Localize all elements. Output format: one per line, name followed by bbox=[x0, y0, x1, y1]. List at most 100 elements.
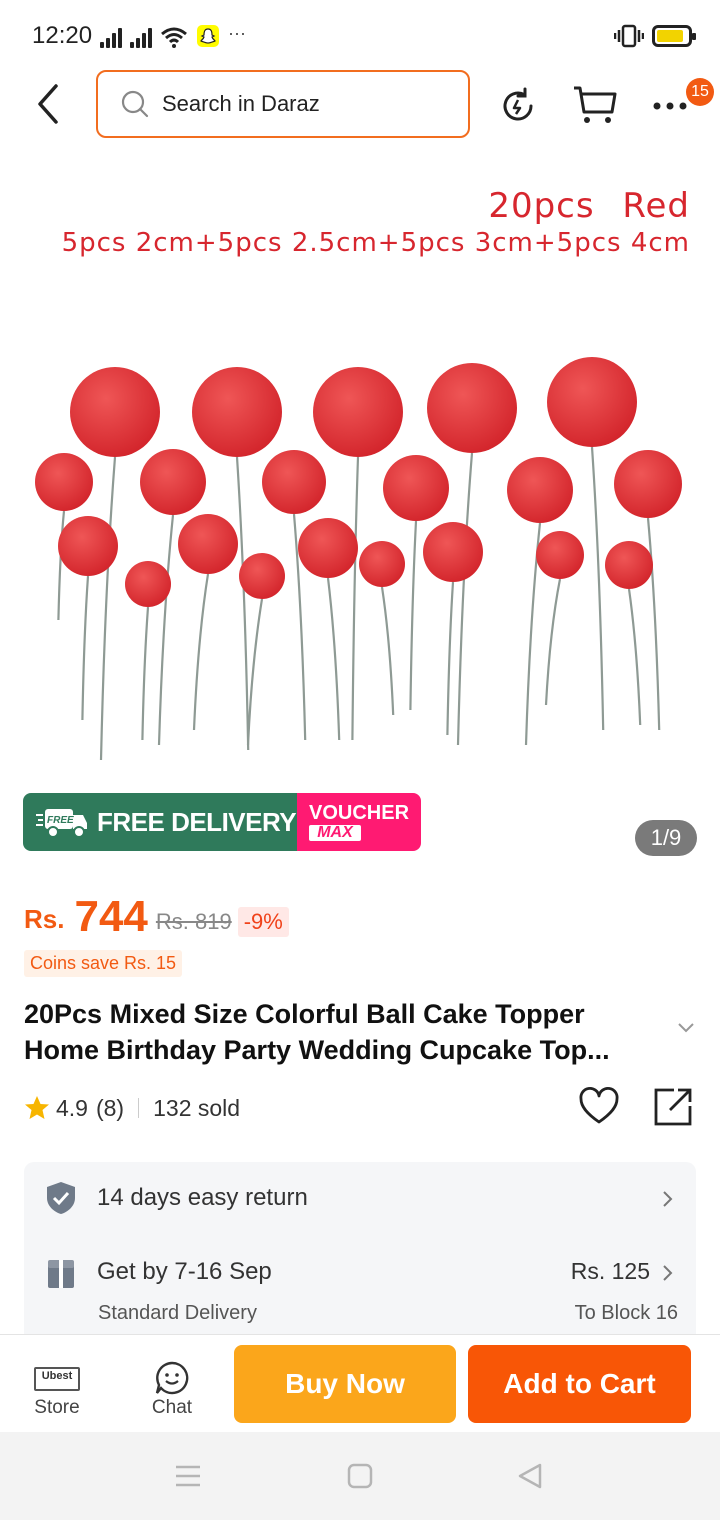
topper-stick bbox=[646, 517, 661, 731]
glitter-ball bbox=[70, 367, 160, 457]
title-line-2: Home Birthday Party Wedding Cupcake Top.… bbox=[24, 1035, 610, 1065]
store-logo: Ubest bbox=[34, 1367, 80, 1391]
history-icon[interactable] bbox=[498, 86, 538, 126]
glitter-ball bbox=[125, 561, 171, 607]
status-time: 12:20 bbox=[32, 22, 93, 49]
title-line-1: 20Pcs Mixed Size Colorful Ball Cake Topp… bbox=[24, 999, 585, 1029]
recent-apps-icon[interactable] bbox=[174, 1462, 202, 1490]
glitter-ball bbox=[427, 363, 517, 453]
topper-stick bbox=[57, 510, 66, 621]
glitter-ball bbox=[547, 357, 637, 447]
glitter-ball bbox=[383, 455, 449, 521]
free-delivery-label: FREE DELIVERY bbox=[97, 806, 297, 837]
cart-count-badge: 15 bbox=[686, 78, 714, 106]
delivery-truck-icon: FREE bbox=[36, 809, 87, 838]
return-policy-row[interactable]: 14 days easy return bbox=[24, 1162, 696, 1234]
topper-stick bbox=[351, 456, 360, 741]
return-policy-text: 14 days easy return bbox=[97, 1184, 308, 1211]
cart-icon[interactable] bbox=[572, 84, 618, 126]
original-price: Rs. 819 bbox=[155, 909, 232, 934]
sold-count: 132 sold bbox=[153, 1094, 241, 1121]
chevron-right-icon bbox=[663, 1265, 673, 1281]
topper-stick bbox=[235, 456, 250, 751]
topper-stick bbox=[544, 578, 562, 706]
current-price: 744 bbox=[74, 892, 148, 941]
glitter-ball bbox=[507, 457, 573, 523]
signal-icon bbox=[100, 26, 122, 48]
bottom-action-bar: Ubest Store Chat Buy Now Add to Cart bbox=[0, 1334, 720, 1432]
delivery-estimate: Get by 7-16 Sep bbox=[97, 1258, 272, 1285]
system-nav-bar bbox=[0, 1432, 720, 1520]
topper-stick bbox=[81, 575, 90, 721]
price-row: Rs. 744 Rs. 819 -9% bbox=[24, 895, 289, 939]
top-header: Search in Daraz 15 bbox=[0, 70, 720, 140]
glitter-ball bbox=[239, 553, 285, 599]
glitter-ball bbox=[262, 450, 326, 514]
status-right bbox=[614, 24, 696, 48]
store-tab[interactable]: Ubest Store bbox=[12, 1335, 102, 1433]
free-tag: FREE bbox=[47, 815, 74, 826]
topper-stick bbox=[141, 606, 150, 741]
status-bar: 12:20 ··· bbox=[0, 0, 720, 70]
glitter-ball bbox=[536, 531, 584, 579]
glitter-ball bbox=[58, 516, 118, 576]
back-nav-icon[interactable] bbox=[516, 1462, 544, 1490]
share-icon[interactable] bbox=[652, 1086, 694, 1128]
review-count: (8) bbox=[95, 1094, 125, 1121]
image-page-indicator: 1/9 bbox=[635, 820, 697, 856]
delivery-row[interactable]: Get by 7-16 Sep Standard Delivery Rs. 12… bbox=[24, 1246, 696, 1346]
topper-stick bbox=[590, 446, 605, 731]
topper-stick bbox=[456, 452, 474, 746]
rating-value: 4.9 bbox=[56, 1094, 88, 1121]
shield-check-icon bbox=[47, 1182, 75, 1214]
glitter-ball bbox=[359, 541, 405, 587]
service-info-panel: 14 days easy return Get by 7-16 Sep Stan… bbox=[24, 1162, 696, 1352]
topper-stick bbox=[326, 577, 341, 741]
vibrate-icon bbox=[614, 24, 644, 48]
product-image[interactable]: 20pcs Red 5pcs 2cm+5pcs 2.5cm+5pcs 3cm+5… bbox=[0, 150, 720, 790]
coins-save-badge: Coins save Rs. 15 bbox=[24, 950, 183, 977]
glitter-ball bbox=[298, 518, 358, 578]
glitter-ball bbox=[605, 541, 653, 589]
star-icon bbox=[25, 1096, 49, 1119]
delivery-fee: Rs. 125 bbox=[570, 1258, 650, 1284]
voucher-label: VOUCHER bbox=[309, 802, 410, 824]
voucher-max-badge: VOUCHER MAX bbox=[297, 793, 421, 851]
free-delivery-badge: FREE FREE DELIVERY bbox=[23, 793, 297, 851]
buy-now-button[interactable]: Buy Now bbox=[234, 1345, 456, 1423]
signal-icon bbox=[130, 26, 152, 48]
topper-stick bbox=[157, 514, 175, 746]
search-placeholder: Search in Daraz bbox=[162, 91, 320, 116]
topper-stick bbox=[627, 588, 642, 726]
glitter-ball bbox=[192, 367, 282, 457]
topper-stick bbox=[409, 520, 418, 711]
delivery-location: To Block 16 bbox=[574, 1302, 678, 1324]
chevron-down-icon[interactable] bbox=[676, 1020, 696, 1036]
chat-label: Chat bbox=[151, 1397, 193, 1418]
glitter-ball bbox=[35, 453, 93, 511]
home-icon[interactable] bbox=[346, 1462, 374, 1490]
product-title[interactable]: 20Pcs Mixed Size Colorful Ball Cake Topp… bbox=[24, 996, 664, 1068]
rating-row[interactable]: 4.9 (8) 132 sold bbox=[24, 1090, 240, 1126]
topper-stick bbox=[246, 598, 264, 746]
promo-banner: FREE FREE DELIVERY VOUCHER MAX bbox=[23, 793, 421, 851]
back-arrow-icon[interactable] bbox=[30, 82, 70, 126]
discount-badge: -9% bbox=[237, 907, 289, 937]
package-icon bbox=[48, 1260, 74, 1288]
search-input[interactable]: Search in Daraz bbox=[96, 70, 470, 138]
chevron-right-icon bbox=[663, 1191, 673, 1207]
topper-stick bbox=[446, 581, 455, 736]
chat-icon bbox=[155, 1361, 189, 1395]
wishlist-heart-icon[interactable] bbox=[578, 1086, 620, 1128]
topper-stick bbox=[380, 586, 395, 716]
status-icons: ··· bbox=[100, 22, 246, 48]
battery-icon bbox=[652, 25, 696, 47]
topper-stick bbox=[99, 456, 117, 761]
add-to-cart-button[interactable]: Add to Cart bbox=[468, 1345, 691, 1423]
snapchat-icon bbox=[197, 25, 219, 47]
store-label: Store bbox=[34, 1397, 80, 1418]
wifi-icon bbox=[161, 27, 187, 48]
search-icon bbox=[121, 90, 149, 118]
more-menu-icon[interactable] bbox=[652, 96, 688, 116]
chat-tab[interactable]: Chat bbox=[127, 1335, 217, 1433]
